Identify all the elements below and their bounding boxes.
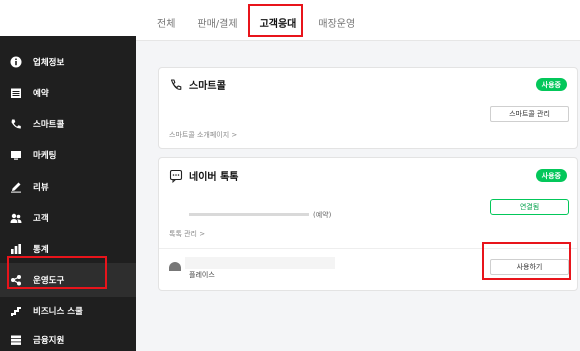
sidebar-item-label: 비즈니스 스쿨 [33, 307, 83, 317]
tab-bar: 전체 판매/결제 고객응대 매장운영 [157, 0, 377, 40]
sidebar-item-label: 고객 [33, 214, 49, 224]
tab-all[interactable]: 전체 [157, 11, 175, 30]
tab-sales-payment[interactable]: 판매/결제 [197, 11, 237, 30]
sidebar-item-review[interactable]: 리뷰 [0, 170, 136, 204]
naver-talk-title: 네이버 톡톡 [189, 172, 239, 183]
talk-manage-link[interactable]: 톡톡 관리 > [169, 229, 205, 239]
smartcall-status-badge: 사용중 [535, 78, 567, 91]
info-icon [9, 55, 23, 69]
page: 업체정보 예약 스마트콜 마케팅 리뷰 고객 통계 운영도구 비즈니스 스쿨 금… [0, 0, 580, 351]
sidebar-item-label: 마케팅 [33, 151, 57, 161]
sidebar-item-label: 통계 [33, 245, 49, 255]
place-avatar [169, 262, 181, 271]
sidebar-item-label: 금융지원 [33, 336, 65, 346]
sidebar-item-label: 운영도구 [33, 276, 65, 286]
sidebar-item-label: 리뷰 [33, 183, 49, 193]
sidebar-item-label: 예약 [33, 89, 49, 99]
sidebar-item-finance[interactable]: 금융지원 [0, 323, 136, 351]
connected-button[interactable]: 연결됨 [490, 199, 569, 215]
phone-icon [9, 117, 23, 131]
smartcall-title: 스마트콜 [189, 81, 226, 92]
phone-outline-icon [169, 77, 183, 91]
tab-customer-service[interactable]: 고객응대 [260, 11, 297, 30]
card-divider [159, 248, 577, 249]
tv-icon [9, 148, 23, 162]
users-icon [9, 211, 23, 225]
sidebar-item-label: 스마트콜 [33, 120, 65, 130]
sidebar-item-reservation[interactable]: 예약 [0, 76, 136, 110]
connected-account-redacted [189, 213, 309, 216]
tool-icon [9, 273, 23, 287]
calendar-icon [9, 86, 23, 100]
sidebar-item-statistics[interactable]: 통계 [0, 232, 136, 266]
sidebar-item-marketing[interactable]: 마케팅 [0, 138, 136, 172]
money-icon [9, 333, 23, 347]
place-name-redacted [185, 257, 335, 269]
sidebar-item-business-info[interactable]: 업체정보 [0, 45, 136, 79]
stairs-icon [9, 304, 23, 318]
naver-talk-card: 네이버 톡톡 사용중 연결됨 (예약) 톡톡 관리 > 플레이스 사용하기 [158, 157, 578, 291]
sidebar: 업체정보 예약 스마트콜 마케팅 리뷰 고객 통계 운영도구 비즈니스 스쿨 금… [0, 0, 136, 351]
naver-talk-status-badge: 사용중 [535, 169, 567, 182]
smartcall-card: 스마트콜 사용중 스마트콜 관리 스마트콜 소개페이지 > [158, 67, 578, 149]
smartcall-manage-button[interactable]: 스마트콜 관리 [490, 106, 569, 122]
use-button[interactable]: 사용하기 [490, 259, 569, 275]
chat-icon [169, 168, 183, 184]
connected-account-label: (예약) [313, 211, 332, 219]
sidebar-item-smartcall[interactable]: 스마트콜 [0, 107, 136, 141]
chart-icon [9, 242, 23, 256]
smartcall-intro-link[interactable]: 스마트콜 소개페이지 > [169, 130, 237, 140]
sidebar-item-tools[interactable]: 운영도구 [0, 263, 136, 297]
sidebar-item-customer[interactable]: 고객 [0, 201, 136, 235]
tab-store-operation[interactable]: 매장운영 [318, 11, 355, 30]
pen-icon [9, 180, 23, 194]
sidebar-item-label: 업체정보 [33, 58, 65, 68]
place-label: 플레이스 [189, 271, 215, 279]
